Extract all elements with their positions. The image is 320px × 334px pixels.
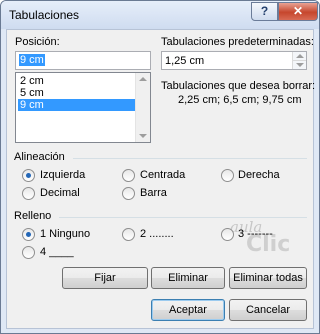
scroll-up-icon[interactable] [139,77,147,81]
barra-label[interactable]: Barra [140,187,167,199]
posicion-input-value: 9 cm [19,54,45,66]
posicion-label: Posición: [15,36,60,48]
decimal-label[interactable]: Decimal [40,187,80,199]
spin-up-button[interactable] [293,52,306,61]
borrar-label: Tabulaciones que desea borrar: [161,80,316,92]
fijar-button[interactable]: Fijar [62,267,148,289]
relleno-1-label[interactable]: 1 Ninguno [40,228,90,240]
radio-derecha[interactable] [221,169,234,182]
relleno-3-label[interactable]: 3 ------- [238,228,273,240]
radio-izquierda[interactable] [22,169,35,182]
izquierda-label[interactable]: Izquierda [40,169,85,181]
predeterminadas-value: 1,25 cm [165,55,205,67]
dialog-title: Tabulaciones [9,8,80,22]
radio-barra[interactable] [122,187,135,200]
derecha-label[interactable]: Derecha [238,169,280,181]
list-scrollbar[interactable] [135,73,150,142]
predeterminadas-spinner[interactable]: 1,25 cm [161,51,307,70]
relleno-label: Relleno [14,210,52,222]
eliminar-todas-button[interactable]: Eliminar todas [229,267,307,289]
radio-relleno-2[interactable] [122,228,135,241]
radio-relleno-3[interactable] [221,228,234,241]
aulaclic-watermark: aula Clic [216,218,306,266]
dialog-body: Posición: 9 cm 2 cm 5 cm 9 cm Tabulacion… [6,29,316,329]
radio-relleno-1[interactable] [22,228,35,241]
centrada-label[interactable]: Centrada [140,169,185,181]
help-icon: ? [260,4,269,18]
close-button[interactable]: ✕ [278,2,318,21]
eliminar-button[interactable]: Eliminar [151,267,225,289]
radio-relleno-4[interactable] [22,246,35,259]
radio-centrada[interactable] [122,169,135,182]
help-button[interactable]: ? [251,2,278,21]
list-item-selected[interactable]: 9 cm [18,99,141,111]
posicion-input[interactable]: 9 cm [15,51,151,70]
title-bar[interactable]: Tabulaciones ? ✕ [1,1,319,29]
cancelar-button[interactable]: Cancelar [229,299,307,321]
spin-buttons[interactable] [292,52,306,69]
spin-down-icon [296,62,304,67]
scroll-down-icon[interactable] [139,134,147,138]
alineacion-divider [73,158,307,159]
list-item[interactable]: 5 cm [18,87,141,99]
borrar-value: 2,25 cm; 6,5 cm; 9,75 cm [178,94,302,106]
posicion-list[interactable]: 2 cm 5 cm 9 cm [15,72,151,143]
relleno-2-label[interactable]: 2 ........ [140,228,174,240]
close-icon: ✕ [292,4,304,18]
tabulaciones-dialog: Tabulaciones ? ✕ Posición: 9 cm 2 cm 5 c… [0,0,320,334]
aceptar-button[interactable]: Aceptar [151,299,225,321]
list-item[interactable]: 2 cm [18,75,141,87]
alineacion-label: Alineación [14,151,65,163]
predeterminadas-label: Tabulaciones predeterminadas: [161,36,314,48]
spin-up-icon [296,54,304,58]
radio-decimal[interactable] [22,187,35,200]
relleno-4-label[interactable]: 4 ____ [40,246,74,258]
spin-down-button[interactable] [293,61,306,70]
